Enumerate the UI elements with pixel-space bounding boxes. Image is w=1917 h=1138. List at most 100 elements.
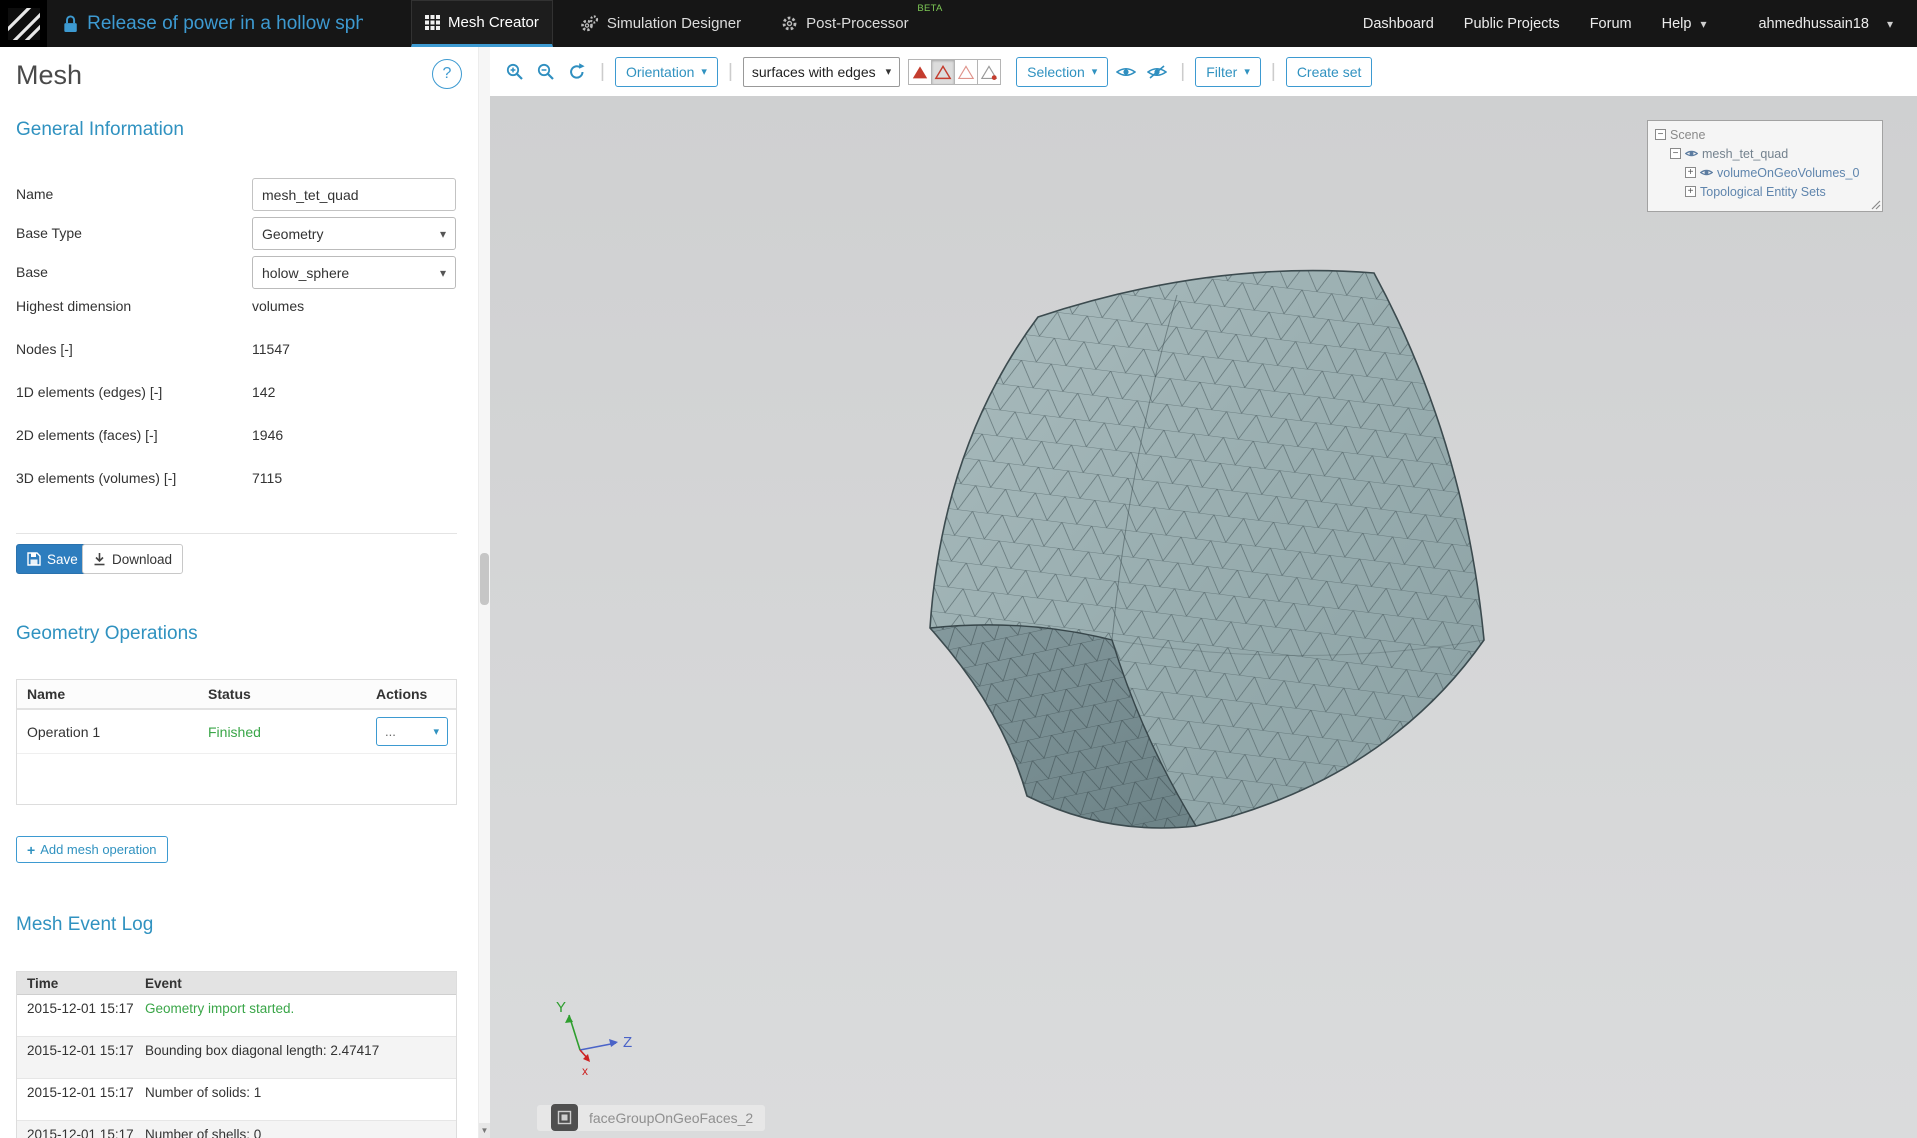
elements-2d-value: 1946 bbox=[252, 427, 283, 443]
log-row: 2015-12-01 15:17 Bounding box diagonal l… bbox=[17, 1037, 456, 1079]
zoom-in-icon bbox=[505, 62, 525, 82]
selection-dropdown[interactable]: Selection ▾ bbox=[1016, 57, 1108, 87]
mesh-settings-panel: Mesh ? General Information Name Base Typ… bbox=[0, 47, 490, 1138]
tab-post-processor[interactable]: Post-Processor BETA bbox=[768, 0, 943, 47]
panel-scrollbar[interactable]: ▼ bbox=[478, 47, 490, 1138]
save-button[interactable]: Save bbox=[16, 544, 89, 574]
log-event: Number of solids: 1 bbox=[135, 1079, 456, 1120]
elements-1d-value: 142 bbox=[252, 384, 275, 400]
show-selection-button[interactable] bbox=[1113, 59, 1139, 85]
navbar-links: Dashboard Public Projects Forum Help ▾ a… bbox=[1363, 0, 1917, 47]
viewport-toolbar: | Orientation ▾ | surfaces with edges ▾ bbox=[490, 47, 1917, 96]
show-nodes-button[interactable] bbox=[977, 59, 1001, 85]
tab-simulation-designer[interactable]: Simulation Designer bbox=[567, 0, 754, 47]
plus-icon: + bbox=[27, 842, 35, 858]
chevron-down-icon: ▾ bbox=[1244, 65, 1250, 78]
3d-canvas[interactable]: − Scene − mesh_tet_quad + bbox=[490, 96, 1917, 1138]
tree-item-topological-sets[interactable]: + Topological Entity Sets bbox=[1648, 182, 1882, 201]
chevron-down-icon: ▾ bbox=[440, 266, 446, 280]
highest-dimension-value: volumes bbox=[252, 298, 304, 314]
eye-icon[interactable] bbox=[1700, 168, 1713, 177]
chevron-down-icon: ▾ bbox=[440, 227, 446, 241]
tab-mesh-creator[interactable]: Mesh Creator bbox=[411, 0, 553, 47]
collapse-icon[interactable]: − bbox=[1655, 129, 1666, 140]
show-surface-elements-button[interactable] bbox=[954, 59, 978, 85]
collapse-icon[interactable]: − bbox=[1670, 148, 1681, 159]
zoom-fit-button[interactable] bbox=[502, 59, 528, 85]
chevron-down-icon: ▾ bbox=[701, 65, 707, 78]
log-time: 2015-12-01 15:17 bbox=[17, 1037, 135, 1078]
toolbar-separator: | bbox=[728, 61, 733, 83]
app-logo[interactable] bbox=[0, 0, 47, 47]
elements-3d-value: 7115 bbox=[252, 470, 282, 486]
reset-view-button[interactable] bbox=[564, 59, 590, 85]
top-navbar: Release of power in a hollow spher... Me… bbox=[0, 0, 1917, 47]
download-button[interactable]: Download bbox=[82, 544, 183, 574]
toolbar-separator: | bbox=[1180, 61, 1185, 83]
logo-icon bbox=[8, 8, 40, 40]
triangle-light-icon bbox=[957, 64, 975, 80]
add-mesh-operation-button[interactable]: + Add mesh operation bbox=[16, 836, 168, 863]
nav-link-public-projects[interactable]: Public Projects bbox=[1464, 16, 1560, 32]
app-root: Release of power in a hollow spher... Me… bbox=[0, 0, 1917, 1138]
table-header: Time Event bbox=[17, 972, 456, 995]
triangle-node-icon bbox=[980, 64, 998, 80]
log-time: 2015-12-01 15:17 bbox=[17, 1121, 135, 1138]
show-solid-elements-button[interactable] bbox=[908, 59, 932, 85]
tab-label: Mesh Creator bbox=[448, 14, 539, 31]
divider bbox=[16, 533, 457, 534]
nav-link-forum[interactable]: Forum bbox=[1590, 16, 1632, 32]
scrollbar-down-button[interactable]: ▼ bbox=[479, 1123, 490, 1138]
create-set-button[interactable]: Create set bbox=[1286, 57, 1373, 87]
zoom-box-button[interactable] bbox=[533, 59, 559, 85]
log-event: Bounding box diagonal length: 2.47417 bbox=[135, 1037, 456, 1078]
user-menu[interactable]: ahmedhussain18 ▾ bbox=[1758, 16, 1893, 32]
base-type-select[interactable]: Geometry ▾ bbox=[252, 217, 456, 250]
nav-link-dashboard[interactable]: Dashboard bbox=[1363, 16, 1434, 32]
operation-name[interactable]: Operation 1 bbox=[17, 724, 198, 740]
filter-dropdown[interactable]: Filter ▾ bbox=[1195, 57, 1261, 87]
help-button[interactable]: ? bbox=[432, 59, 462, 89]
show-wire-elements-button[interactable] bbox=[931, 59, 955, 85]
tree-item-volume[interactable]: + volumeOnGeoVolumes_0 bbox=[1648, 163, 1882, 182]
elements-1d-label: 1D elements (edges) [-] bbox=[16, 384, 162, 400]
nodes-value: 11547 bbox=[252, 341, 290, 357]
gears-icon bbox=[580, 15, 599, 32]
nav-menu-help[interactable]: Help ▾ bbox=[1662, 16, 1707, 32]
lock-icon bbox=[63, 13, 78, 35]
log-time: 2015-12-01 15:17 bbox=[17, 995, 135, 1036]
chevron-down-icon: ▾ bbox=[433, 725, 439, 738]
expand-icon[interactable]: + bbox=[1685, 186, 1696, 197]
page-title: Mesh bbox=[16, 60, 82, 91]
hide-selection-button[interactable] bbox=[1144, 59, 1170, 85]
viewport: | Orientation ▾ | surfaces with edges ▾ bbox=[490, 47, 1917, 1138]
tab-label: Post-Processor bbox=[806, 15, 909, 32]
grid-icon bbox=[425, 15, 440, 30]
toolbar-separator: | bbox=[600, 61, 605, 83]
toolbar-separator: | bbox=[1271, 61, 1276, 83]
resize-handle-icon[interactable] bbox=[1871, 200, 1881, 210]
section-mesh-event-log: Mesh Event Log bbox=[16, 914, 153, 936]
base-label: Base bbox=[16, 264, 48, 280]
eye-icon[interactable] bbox=[1685, 149, 1698, 158]
operation-actions-select[interactable]: ... ▾ bbox=[376, 717, 448, 746]
scrollbar-thumb[interactable] bbox=[480, 553, 489, 605]
triangle-outline-icon bbox=[934, 64, 952, 80]
name-input[interactable] bbox=[252, 178, 456, 211]
expand-icon[interactable]: + bbox=[1685, 167, 1696, 178]
render-mode-select[interactable]: surfaces with edges ▾ bbox=[743, 57, 900, 87]
orientation-dropdown[interactable]: Orientation ▾ bbox=[615, 57, 718, 87]
hollow-sphere-mesh[interactable] bbox=[490, 96, 1917, 1138]
section-general-information: General Information bbox=[16, 119, 184, 141]
log-row: 2015-12-01 15:17 Number of solids: 1 bbox=[17, 1079, 456, 1121]
tree-item-scene[interactable]: − Scene bbox=[1648, 125, 1882, 144]
base-select[interactable]: holow_sphere ▾ bbox=[252, 256, 456, 289]
eye-icon bbox=[1116, 65, 1136, 79]
tree-item-mesh[interactable]: − mesh_tet_quad bbox=[1648, 144, 1882, 163]
save-icon bbox=[27, 552, 41, 566]
face-group-icon[interactable] bbox=[551, 1104, 578, 1131]
project-title[interactable]: Release of power in a hollow spher... bbox=[87, 13, 363, 35]
tab-label: Simulation Designer bbox=[607, 15, 741, 32]
column-status: Status bbox=[198, 686, 366, 702]
mode-tabs: Mesh Creator Simulation Designer Post-Pr… bbox=[411, 0, 943, 47]
